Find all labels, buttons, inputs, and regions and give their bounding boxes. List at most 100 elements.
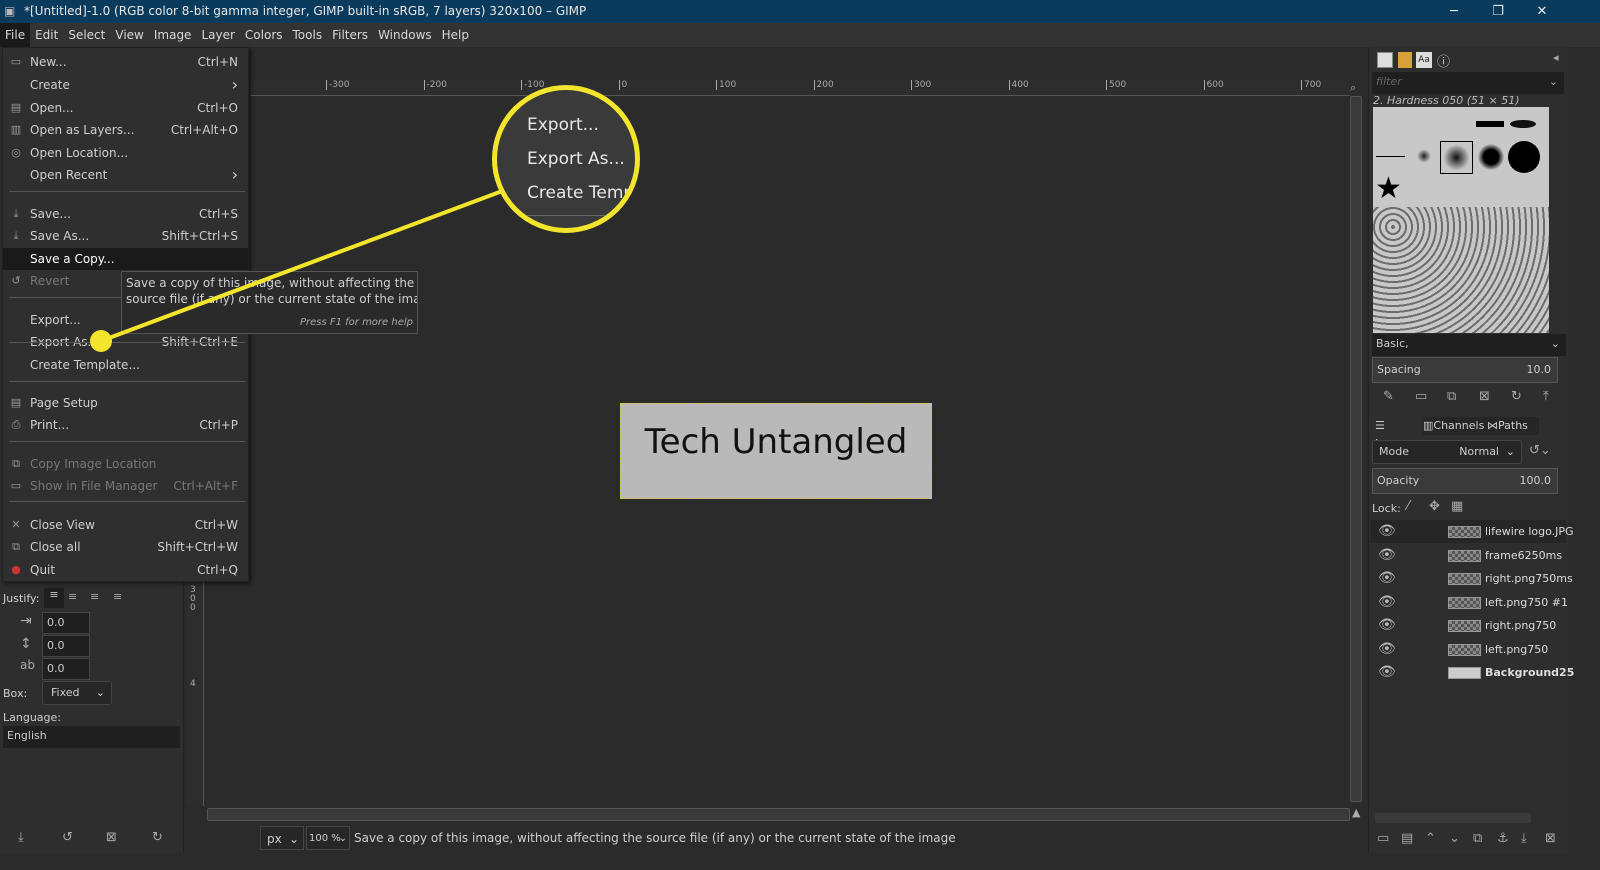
- callout-line: [100, 188, 506, 343]
- zoom-value: 100 %: [309, 833, 341, 844]
- chevron-down-icon: ⌄: [1548, 75, 1558, 88]
- brush-hard[interactable]: [1478, 144, 1504, 170]
- lock-position-icon[interactable]: ✥: [1429, 499, 1440, 514]
- tab-paths-label: Paths: [1498, 419, 1528, 432]
- unit-value: px: [267, 832, 282, 846]
- layers-scrollbar[interactable]: [1375, 813, 1531, 823]
- spacing-slider[interactable]: Spacing 10.0: [1372, 357, 1558, 383]
- delete-brush-icon[interactable]: ⊠: [1479, 389, 1490, 404]
- merge-layer-icon[interactable]: ⤓: [1521, 831, 1527, 846]
- zoom-dropdown[interactable]: 100 % ⌄: [306, 826, 350, 850]
- spacing-label: Spacing: [1377, 363, 1421, 376]
- eye-icon[interactable]: 👁: [1378, 661, 1396, 684]
- brush-circle[interactable]: [1508, 141, 1540, 173]
- open-brush-icon[interactable]: ⤒: [1543, 389, 1549, 404]
- layer-thumbnail: [1448, 620, 1481, 632]
- layer-name: right.png750ms: [1485, 572, 1573, 585]
- help-icon[interactable]: ⓘ: [1437, 51, 1450, 70]
- layer-name: left.png750: [1485, 642, 1549, 656]
- mode-value: Normal: [1459, 445, 1499, 458]
- layer-row[interactable]: 👁 frame6250ms: [1370, 544, 1566, 567]
- callout-magnifier: Export... Export As... Create Templ: [492, 85, 640, 233]
- opacity-slider[interactable]: Opacity 100.0: [1372, 468, 1558, 494]
- duplicate-layer-icon[interactable]: ⧉: [1473, 831, 1482, 846]
- tab-channels-label: Channels: [1433, 419, 1485, 432]
- brush-grid[interactable]: ★: [1373, 107, 1549, 333]
- layer-row[interactable]: 👁 right.png750: [1370, 614, 1566, 637]
- callout-item-export-as: Export As...: [527, 149, 625, 169]
- fonts-tab-icon[interactable]: Aa: [1416, 52, 1432, 68]
- mode-label: Mode: [1379, 445, 1409, 458]
- layer-row[interactable]: 👁 right.png750ms: [1370, 567, 1573, 590]
- spacing-value: 10.0: [1526, 363, 1552, 376]
- brush-tag-input[interactable]: Basic, ⌄: [1372, 334, 1566, 356]
- layer-row[interactable]: 👁 lifewire logo.JPG: [1370, 520, 1574, 543]
- opacity-label: Opacity: [1377, 474, 1420, 487]
- layer-thumbnail: [1448, 573, 1481, 585]
- brush-filter-input[interactable]: filter ⌄: [1372, 72, 1564, 94]
- callout-separator: [507, 215, 635, 216]
- layer-thumbnail: [1448, 643, 1481, 656]
- layer-name: right.png750: [1485, 619, 1557, 632]
- layer-name: Background25: [1485, 666, 1575, 679]
- brush-block[interactable]: [1476, 121, 1504, 127]
- raise-layer-icon[interactable]: ⌃: [1425, 831, 1436, 846]
- edit-brush-icon[interactable]: ✎: [1383, 389, 1394, 404]
- channels-icon: ▥: [1423, 419, 1434, 432]
- lower-layer-icon[interactable]: ⌄: [1449, 831, 1460, 846]
- tab-layers[interactable]: ☰ Layers: [1371, 417, 1423, 450]
- brushes-tab-icon[interactable]: [1377, 52, 1393, 68]
- new-layer-icon[interactable]: ▭: [1377, 831, 1389, 846]
- lock-alpha-icon[interactable]: ▦: [1451, 499, 1463, 514]
- brush-tag: Basic,: [1376, 337, 1409, 350]
- chevron-down-icon: ⌄: [1505, 445, 1515, 458]
- lock-pixels-icon[interactable]: ⁄: [1407, 499, 1409, 514]
- unit-dropdown[interactable]: px ⌄: [260, 826, 304, 850]
- chevron-down-icon: ⌄: [1550, 337, 1560, 350]
- mode-dropdown[interactable]: Mode Normal ⌄: [1372, 440, 1522, 464]
- brush-texture-rows[interactable]: [1373, 207, 1549, 333]
- refresh-brushes-icon[interactable]: ↻: [1511, 389, 1522, 404]
- brush-selected-name: 2. Hardness 050 (51 × 51): [1373, 94, 1520, 107]
- brush-line[interactable]: [1376, 156, 1405, 157]
- tab-paths[interactable]: ⋈Paths: [1487, 417, 1539, 435]
- eye-icon[interactable]: 👁: [1378, 591, 1396, 614]
- layer-name: lifewire logo.JPG: [1485, 525, 1574, 538]
- layer-row[interactable]: 👁 left.png750 #1: [1370, 591, 1568, 614]
- paths-icon: ⋈: [1487, 419, 1498, 432]
- delete-layer-icon[interactable]: ⊠: [1545, 831, 1556, 846]
- new-brush-icon[interactable]: ▭: [1415, 389, 1427, 404]
- layer-name: left.png750 #1: [1485, 595, 1568, 609]
- panel-menu-icon[interactable]: ◂: [1553, 51, 1559, 64]
- layer-thumbnail: [1448, 596, 1481, 609]
- tab-channels[interactable]: ▥Channels: [1423, 417, 1487, 435]
- eye-icon[interactable]: 👁: [1378, 520, 1396, 543]
- status-message: Save a copy of this image, without affec…: [354, 831, 956, 845]
- layer-row[interactable]: 👁 left.png750: [1370, 638, 1566, 661]
- status-bar: px ⌄ 100 % ⌄ Save a copy of this image, wi…: [186, 826, 1366, 853]
- chevron-down-icon: ⌄: [338, 833, 347, 844]
- patterns-tab-icon[interactable]: [1398, 52, 1412, 68]
- brush-hardness-050[interactable]: [1440, 141, 1473, 174]
- layer-row[interactable]: 👁 Background25: [1370, 661, 1574, 684]
- new-group-icon[interactable]: ▤: [1401, 831, 1413, 846]
- eye-icon[interactable]: 👁: [1378, 544, 1396, 567]
- layer-name: frame6250ms: [1485, 548, 1563, 562]
- layer-thumbnail: [1448, 549, 1481, 562]
- filter-placeholder: filter: [1376, 75, 1402, 88]
- brush-star[interactable]: ★: [1375, 171, 1402, 206]
- brush-soft[interactable]: [1417, 149, 1431, 163]
- opacity-value: 100.0: [1519, 474, 1552, 487]
- duplicate-brush-icon[interactable]: ⧉: [1447, 389, 1456, 404]
- chevron-down-icon: ⌄: [288, 832, 299, 846]
- eye-icon[interactable]: 👁: [1378, 638, 1396, 661]
- eye-icon[interactable]: 👁: [1378, 567, 1396, 590]
- anchor-layer-icon[interactable]: ⚓: [1497, 831, 1509, 846]
- callout-dot: [90, 330, 112, 352]
- brush-ellipse[interactable]: [1510, 120, 1536, 128]
- reset-mode-icon[interactable]: ↺⌄: [1529, 443, 1551, 458]
- eye-icon[interactable]: 👁: [1378, 614, 1396, 637]
- callout-item-create-template: Create Templ: [527, 183, 639, 203]
- layer-thumbnail: [1448, 667, 1481, 679]
- lock-label: Lock:: [1372, 502, 1401, 515]
